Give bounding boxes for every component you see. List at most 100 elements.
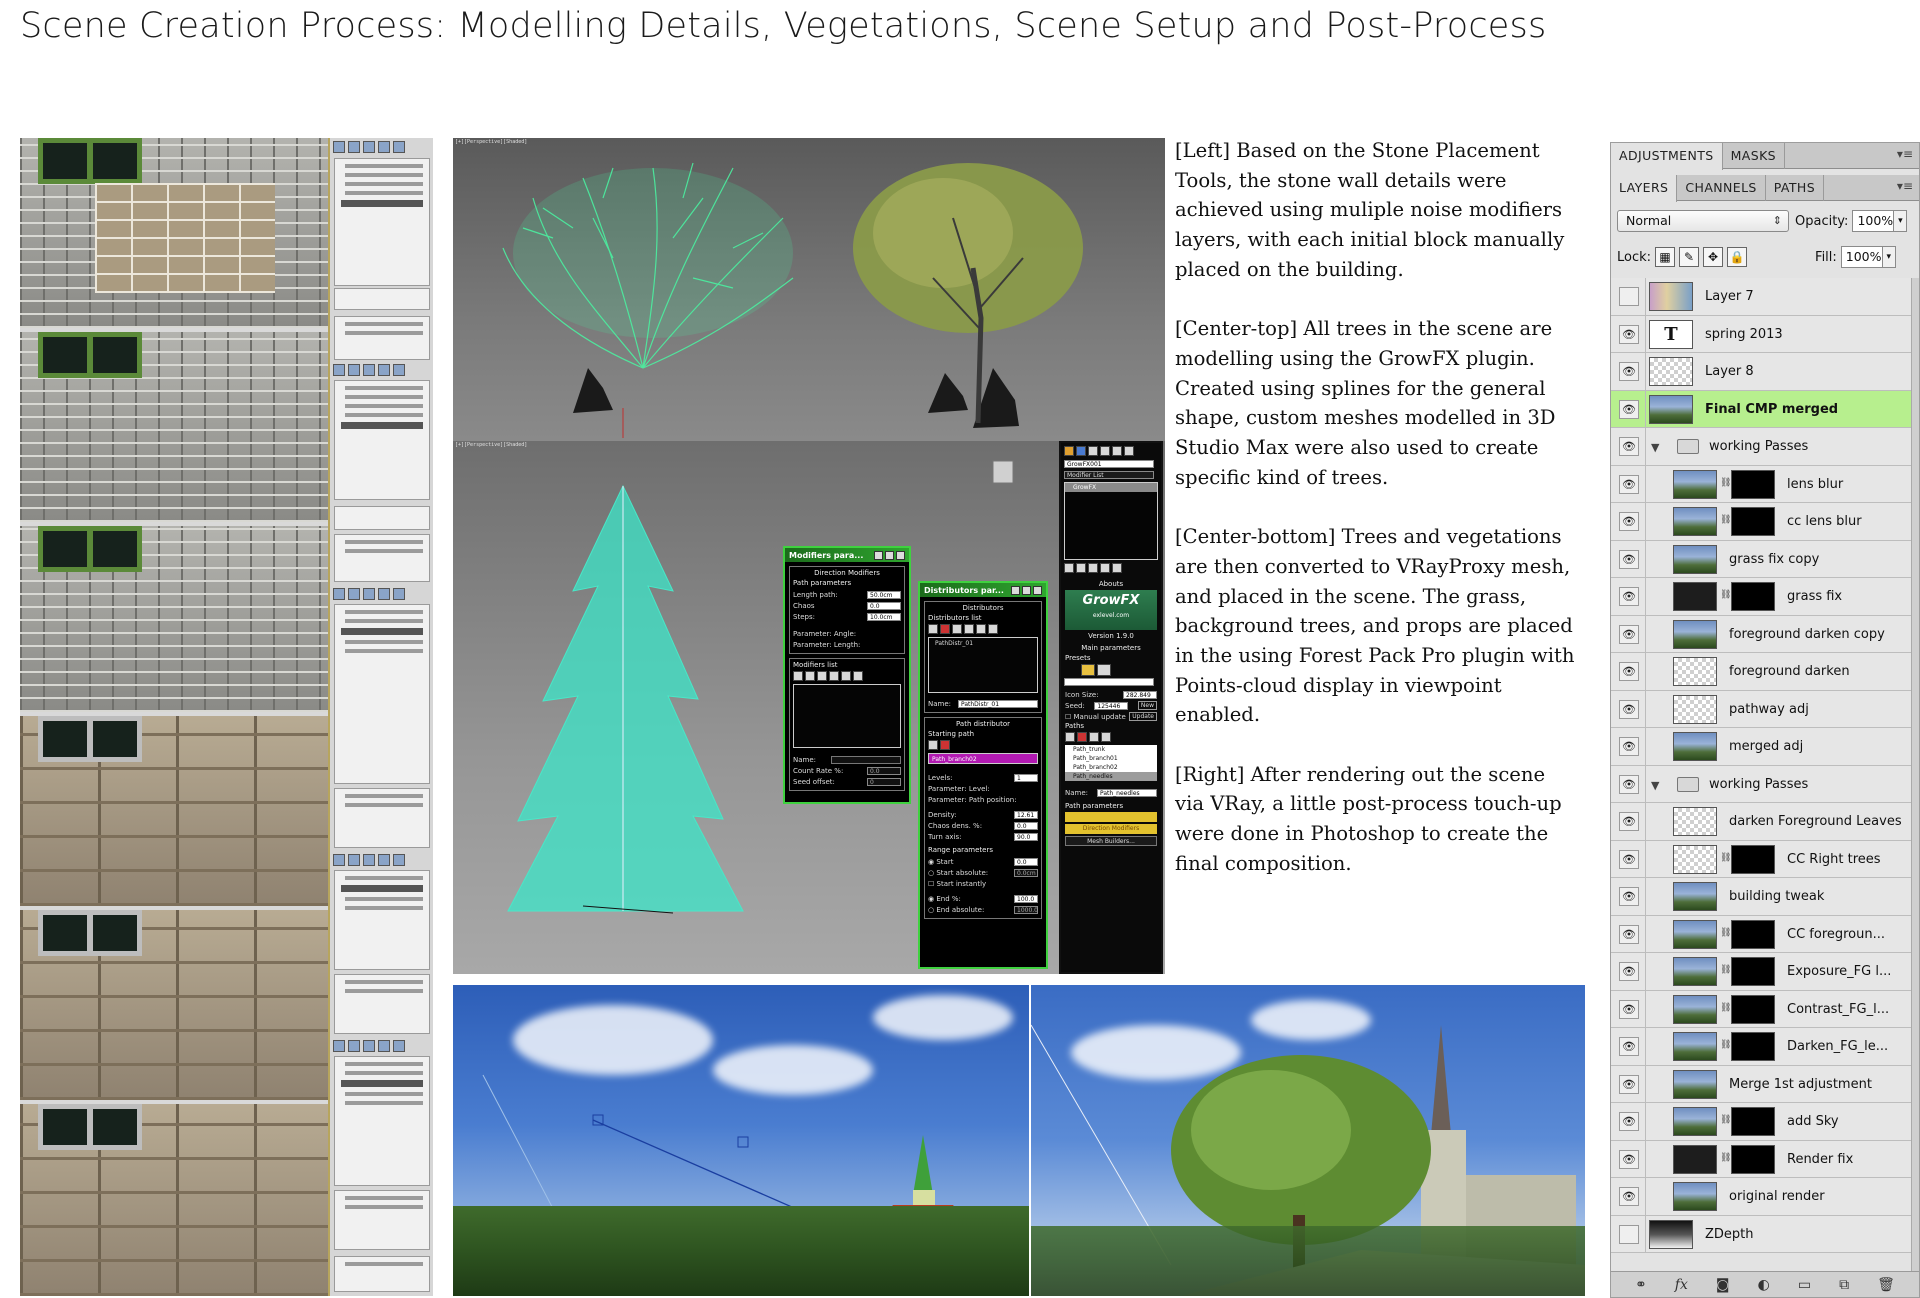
add-mask-icon[interactable]: ◙ [1716, 1277, 1730, 1293]
layer-thumbnail[interactable] [1673, 1069, 1717, 1099]
param-length-row[interactable]: Parameter: Length: [793, 639, 901, 650]
update-button[interactable]: Update [1129, 712, 1157, 721]
end-absolute-row[interactable]: ○ End absolute: 1000.0 [928, 904, 1038, 915]
distributors-list-box[interactable]: PathDistr_01 [928, 637, 1038, 693]
growfx-command-panel[interactable]: GrowFX001 Modifier List GrowFX Abouts Gr… [1059, 441, 1163, 974]
main-parameters-rollout[interactable]: Main parameters [1061, 644, 1161, 652]
blend-mode-select[interactable]: Normal ⇕ [1617, 210, 1789, 232]
layer-thumbnail[interactable] [1673, 882, 1717, 911]
visibility-eye-icon[interactable]: 👁 [1619, 1224, 1639, 1244]
stone-wall-viewport[interactable] [20, 716, 328, 906]
visibility-eye-icon[interactable]: 👁 [1619, 1037, 1639, 1056]
layer-thumbnail[interactable] [1649, 394, 1693, 424]
visibility-eye-icon[interactable]: 👁 [1619, 812, 1639, 831]
layer-row[interactable]: 👁 ⛓ Render fix [1611, 1140, 1913, 1178]
paths-list[interactable]: Path_trunk Path_branch01 Path_branch02 P… [1065, 745, 1157, 781]
modifiers-toolbar[interactable] [793, 671, 901, 682]
visibility-eye-icon[interactable]: 👁 [1619, 774, 1639, 794]
lock-all-icon[interactable]: 🔒 [1727, 247, 1748, 267]
chaos-field[interactable]: 0.0 [867, 601, 901, 610]
layer-mask-thumbnail[interactable] [1731, 957, 1775, 986]
visibility-eye-icon[interactable]: 👁 [1619, 1074, 1639, 1094]
tab-channels[interactable]: CHANNELS [1677, 175, 1766, 201]
layer-mask-thumbnail[interactable] [1731, 994, 1775, 1024]
tab-paths[interactable]: PATHS [1766, 175, 1825, 201]
param-path-position-row[interactable]: Parameter: Path position: [928, 794, 1038, 805]
layer-mask-thumbnail[interactable] [1731, 469, 1775, 499]
scene-viewport-left[interactable] [453, 985, 1029, 1296]
modifier-stack[interactable] [334, 604, 430, 784]
parameters-rollout[interactable] [334, 1256, 430, 1292]
layer-row[interactable]: 👁 Layer 7 [1611, 278, 1913, 316]
visibility-eye-icon[interactable]: 👁 [1619, 699, 1639, 719]
distributors-dialog[interactable]: Distributors par... Distributors Distrib… [918, 581, 1048, 969]
visibility-eye-icon[interactable]: 👁 [1619, 362, 1639, 381]
stone-wall-viewport[interactable] [20, 332, 328, 522]
mask-link-icon[interactable]: ⛓ [1720, 1040, 1731, 1050]
modifiers-list-box[interactable] [793, 684, 901, 748]
mask-link-icon[interactable]: ⛓ [1720, 515, 1731, 525]
modifier-list-dropdown[interactable]: Modifier List [1064, 471, 1154, 479]
layer-row[interactable]: 👁 darken Foreground Leaves [1611, 803, 1913, 841]
adjustment-layer-icon[interactable]: ◐ [1758, 1277, 1770, 1293]
parameters-rollout[interactable] [334, 788, 430, 848]
direction-modifiers-button[interactable]: Direction Modifiers [1065, 824, 1157, 834]
visibility-eye-icon[interactable]: 👁 [1619, 512, 1639, 531]
layer-row[interactable]: 👁 ⛓ cc lens blur [1611, 503, 1913, 541]
distributor-item[interactable]: PathDistr_01 [929, 638, 1037, 649]
layer-thumbnail[interactable] [1649, 282, 1693, 311]
layer-mask-thumbnail[interactable] [1731, 1032, 1775, 1061]
layer-row[interactable]: 👁 foreground darken [1611, 653, 1913, 691]
layer-thumbnail[interactable] [1673, 957, 1717, 986]
visibility-eye-icon[interactable]: 👁 [1619, 924, 1639, 944]
layer-thumbnail[interactable] [1673, 1032, 1717, 1061]
visibility-eye-icon[interactable]: 👁 [1619, 549, 1639, 569]
manual-update-row[interactable]: ☐ Manual update Update [1065, 711, 1157, 722]
stone-wall-viewport[interactable] [20, 138, 328, 328]
mesh-builders-button[interactable]: Mesh Builders... [1065, 836, 1157, 846]
layer-row[interactable]: 👁 Layer 8 [1611, 353, 1913, 391]
lock-position-icon[interactable]: ✥ [1703, 247, 1724, 267]
lock-paint-icon[interactable]: ✎ [1679, 247, 1700, 267]
abouts-rollout[interactable]: Abouts [1061, 580, 1161, 588]
start-instantly-row[interactable]: ☐ Start instantly [928, 878, 1038, 889]
visibility-eye-icon[interactable]: 👁 [1619, 324, 1639, 344]
layer-thumbnail[interactable] [1673, 469, 1717, 499]
modifier-stack[interactable] [334, 870, 430, 970]
stack-toolbar[interactable] [1064, 563, 1158, 574]
param-level-row[interactable]: Parameter: Level: [928, 783, 1038, 794]
mask-link-icon[interactable]: ⛓ [1720, 478, 1731, 488]
layer-thumbnail[interactable] [1649, 357, 1693, 386]
layer-row[interactable]: 👁 ⛓ Contrast_FG_l... [1611, 990, 1913, 1028]
stack-toolbar[interactable] [334, 288, 430, 310]
path-item[interactable]: Path_branch01 [1065, 754, 1157, 763]
visibility-eye-icon[interactable]: 👁 [1619, 437, 1639, 456]
stone-wall-viewport[interactable] [20, 1104, 328, 1296]
scene-viewport-right[interactable] [1031, 985, 1585, 1296]
tab-masks[interactable]: MASKS [1723, 143, 1785, 169]
visibility-eye-icon[interactable]: 👁 [1619, 287, 1639, 306]
param-angle-row[interactable]: Parameter: Angle: [793, 628, 901, 639]
mask-link-icon[interactable]: ⛓ [1720, 590, 1731, 600]
panel-menu-icon[interactable]: ▾≡ [1897, 179, 1913, 193]
layer-thumbnail[interactable] [1673, 844, 1717, 874]
layer-row[interactable]: 👁 pathway adj [1611, 690, 1913, 728]
mask-link-icon[interactable]: ⛓ [1720, 1153, 1731, 1163]
mask-link-icon[interactable]: ⛓ [1720, 853, 1731, 863]
stack-toolbar[interactable] [334, 506, 430, 530]
new-group-icon[interactable]: ▭ [1798, 1277, 1811, 1293]
object-name-field[interactable]: GrowFX001 [1064, 460, 1154, 468]
layer-thumbnail[interactable] [1673, 544, 1717, 574]
tab-layers[interactable]: LAYERS [1611, 175, 1678, 202]
layer-row[interactable]: 👁 grass fix copy [1611, 540, 1913, 578]
layer-row[interactable]: 👁 ⛓ Darken_FG_le... [1611, 1028, 1913, 1066]
visibility-eye-icon[interactable]: 👁 [1619, 849, 1639, 869]
modifier-stack-box[interactable]: GrowFX [1064, 482, 1158, 560]
path-item[interactable]: Path_trunk [1065, 745, 1157, 754]
close-button[interactable] [896, 550, 905, 560]
close-button[interactable] [1033, 585, 1042, 595]
layer-thumbnail[interactable] [1673, 1144, 1717, 1174]
command-panel-tabs[interactable] [1064, 446, 1158, 457]
fill-field[interactable]: 100% [1840, 246, 1883, 268]
layer-mask-thumbnail[interactable] [1731, 919, 1775, 949]
